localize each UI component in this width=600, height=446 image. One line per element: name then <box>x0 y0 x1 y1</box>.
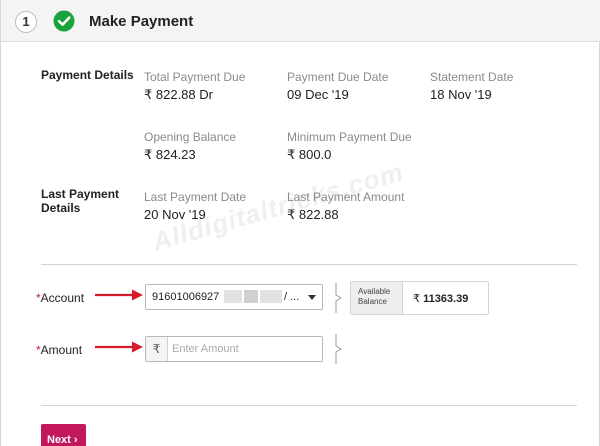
chevron-right-icon: › <box>73 433 78 446</box>
masked-digits <box>244 290 258 303</box>
step-title: Make Payment <box>89 13 194 30</box>
last-payment-label-line1: Last Payment <box>41 187 120 201</box>
amount-input[interactable] <box>172 339 320 359</box>
opening-balance-label: Opening Balance <box>144 130 237 144</box>
minimum-payment-due-value: ₹ 800.0 <box>287 147 332 162</box>
statement-date-value: 18 Nov '19 <box>430 87 492 102</box>
account-number-text: 91601006927 <box>152 291 220 303</box>
step-header[interactable]: 1 Make Payment <box>1 0 600 42</box>
available-balance-amount: 11363.39 <box>423 293 469 305</box>
divider-bottom <box>41 405 577 406</box>
amount-input-group[interactable]: ₹ <box>145 336 323 362</box>
caret-down-icon <box>308 295 316 300</box>
amount-label: *Amount <box>36 343 82 357</box>
account-select[interactable]: 91601006927 / ... <box>145 284 323 310</box>
available-balance-value: ₹ 11363.39 <box>413 292 468 305</box>
opening-balance-value: ₹ 824.23 <box>144 147 196 162</box>
arrow-right-icon <box>95 289 143 301</box>
next-button-label: Next <box>47 433 71 446</box>
check-circle-icon <box>53 10 75 32</box>
statement-date-label: Statement Date <box>430 70 514 84</box>
last-payment-label-line2: Details <box>41 201 81 215</box>
payment-due-date-label: Payment Due Date <box>287 70 389 84</box>
account-label-text: Account <box>40 291 85 305</box>
payment-details-label: Payment Details <box>41 68 134 82</box>
divider-top <box>41 264 577 265</box>
bracket-icon <box>335 334 342 364</box>
last-payment-date-label: Last Payment Date <box>144 190 247 204</box>
bracket-icon <box>335 283 342 313</box>
arrow-right-icon <box>95 341 143 353</box>
payment-panel: 1 Make Payment Payment Details Total Pay… <box>0 0 600 446</box>
masked-digits <box>260 290 282 303</box>
rupee-icon: ₹ <box>146 337 168 361</box>
available-balance-line2: Balance <box>358 297 387 306</box>
step-number: 1 <box>15 11 37 33</box>
total-payment-due-label: Total Payment Due <box>144 70 246 84</box>
payment-due-date-value: 09 Dec '19 <box>287 87 349 102</box>
total-payment-due-value: ₹ 822.88 Dr <box>144 87 213 102</box>
minimum-payment-due-label: Minimum Payment Due <box>287 130 412 144</box>
available-balance-box: Available Balance ₹ 11363.39 <box>350 281 489 315</box>
rupee-icon: ₹ <box>413 293 420 305</box>
account-label: *Account <box>36 291 84 305</box>
available-balance-line1: Available <box>358 287 391 296</box>
last-payment-details-label: Last Payment Details <box>41 187 119 215</box>
amount-label-text: Amount <box>40 343 83 357</box>
available-balance-label: Available Balance <box>351 282 403 314</box>
account-name-truncated: / ... <box>284 291 300 303</box>
masked-digits <box>224 290 242 303</box>
next-button[interactable]: Next › <box>41 424 86 446</box>
